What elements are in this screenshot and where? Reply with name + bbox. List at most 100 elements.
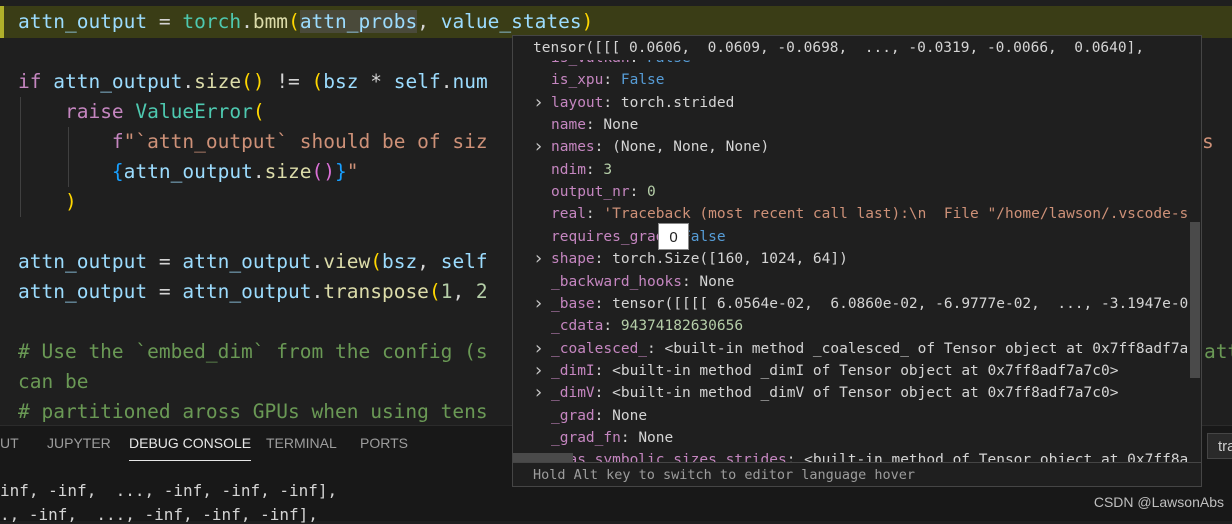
variable-value: 94374182630656: [620, 318, 744, 335]
separator: :: [594, 295, 613, 312]
code-line[interactable]: attn_output = attn_output.transpose(1, 2: [18, 277, 488, 307]
variable-value: tensor([[[[ 6.0564e-02, 6.0860e-02, -6.9…: [612, 295, 1189, 312]
separator: :: [603, 94, 621, 111]
variable-key: _dimI: [551, 362, 595, 379]
code-token: 1: [440, 280, 453, 303]
code-token: attn_probs: [299, 10, 418, 33]
chevron-right-icon[interactable]: ›: [533, 293, 544, 315]
separator: :: [681, 273, 700, 290]
variable-value: torch.Size([160, 1024, 64]): [612, 251, 848, 268]
code-line[interactable]: if attn_output.size() != (bsz * self.num: [18, 67, 488, 97]
code-token: ): [581, 10, 594, 33]
code-token: =: [147, 280, 183, 303]
code-token: ValueError: [135, 100, 253, 123]
variable-value: <built-in method _dimV of Tensor object …: [612, 385, 1119, 402]
code-line[interactable]: # Use the `embed_dim` from the config (s: [18, 337, 488, 367]
code-token: !=: [264, 70, 312, 93]
variable-key: _backward_hooks: [551, 273, 682, 290]
code-token: size: [264, 160, 312, 183]
code-token: num: [452, 70, 488, 93]
variable-key: name: [551, 117, 586, 134]
code-token: (): [311, 160, 336, 183]
chevron-right-icon[interactable]: ›: [533, 360, 544, 382]
variable-key: _grad: [551, 407, 595, 424]
variable-key: _cdata: [551, 318, 604, 335]
value-tooltip: 0: [658, 223, 689, 250]
code-fragment-right-2: att: [1204, 340, 1232, 363]
code-token: (): [241, 70, 265, 93]
code-token: if: [18, 70, 42, 93]
variable-value: <built-in method _coalesced_ of Tensor o…: [664, 340, 1189, 357]
variable-value: 0: [647, 184, 656, 201]
variable-key: requires_grad: [551, 228, 665, 245]
separator: :: [594, 251, 613, 268]
code-token: (: [288, 10, 300, 33]
chevron-right-icon[interactable]: ›: [533, 92, 544, 114]
code-token: (: [311, 70, 324, 93]
debug-hover-widget[interactable]: tensor([[[ 0.0606, 0.0609, -0.0698, ...,…: [512, 35, 1202, 487]
code-line[interactable]: can be: [18, 367, 88, 397]
variable-value: False: [647, 60, 691, 66]
chevron-right-icon[interactable]: ›: [533, 338, 544, 360]
code-token: transpose: [323, 280, 429, 303]
code-line[interactable]: attn_output = torch.bmm(attn_probs, valu…: [18, 7, 593, 37]
variable-key: real: [551, 206, 586, 223]
variable-key: _dimV: [551, 385, 595, 402]
code-token: .: [182, 70, 195, 93]
code-token: .: [252, 160, 265, 183]
variable-key: ndim: [551, 161, 586, 178]
code-line[interactable]: ): [18, 187, 77, 217]
code-token: *: [358, 70, 394, 93]
variable-value: (None, None, None): [612, 139, 770, 156]
tab-ports[interactable]: PORTS: [360, 435, 408, 451]
variable-key: _grad_fn: [551, 429, 621, 446]
watermark: CSDN @LawsonAbs: [1093, 494, 1224, 510]
tab-terminal[interactable]: TERMINAL: [266, 435, 337, 451]
code-token: bsz: [323, 70, 359, 93]
code-token: (: [252, 100, 265, 123]
code-token: ": [346, 160, 359, 183]
code-line[interactable]: f"`attn_output` should be of siz: [18, 127, 488, 157]
code-token: ,: [417, 250, 441, 273]
code-token: attn_output: [18, 10, 148, 33]
code-line[interactable]: # partitioned aross GPUs when using tens: [18, 397, 488, 425]
code-token: attn_output: [182, 280, 312, 303]
separator: :: [629, 184, 648, 201]
code-line[interactable]: attn_output = attn_output.view(bsz, self: [18, 247, 488, 277]
code-token: .: [440, 70, 453, 93]
tab-output[interactable]: UT: [0, 435, 19, 451]
code-line[interactable]: {attn_output.size()}": [18, 157, 359, 187]
code-line[interactable]: raise ValueError(: [18, 97, 265, 127]
hover-variable-tree[interactable]: is_vulkan: False is_xpu: False › layout: to…: [513, 60, 1189, 462]
tab-jupyter[interactable]: JUPYTER: [47, 435, 111, 451]
tab-debug-console[interactable]: DEBUG CONSOLE: [129, 435, 252, 461]
code-token: attn_output: [123, 160, 253, 183]
code-token: 2: [475, 280, 488, 303]
variable-key: _has_symbolic_sizes_strides: [551, 452, 787, 462]
chevron-right-icon[interactable]: ›: [533, 382, 544, 404]
code-token: ,: [417, 10, 441, 33]
hover-header[interactable]: tensor([[[ 0.0606, 0.0609, -0.0698, ...,…: [513, 36, 1201, 60]
variable-key: is_vulkan: [551, 60, 630, 66]
separator: :: [620, 429, 639, 446]
chevron-right-icon[interactable]: ›: [533, 248, 544, 270]
code-token: # partitioned aross GPUs when using tens: [18, 400, 488, 423]
separator: :: [630, 60, 647, 66]
variable-key: output_nr: [551, 184, 630, 201]
hover-vertical-scrollbar[interactable]: [1190, 222, 1200, 378]
code-token: attn_output: [18, 280, 148, 303]
hover-horizontal-scrollbar[interactable]: [513, 453, 573, 462]
code-token: f: [111, 130, 124, 153]
chevron-right-icon[interactable]: ›: [533, 136, 544, 158]
variable-value: False: [620, 72, 665, 89]
code-token: can be: [18, 370, 89, 393]
code-token: ,: [452, 280, 476, 303]
separator: :: [594, 407, 613, 424]
panel-right-box[interactable]: tra: [1207, 433, 1232, 459]
code-token: torch: [182, 10, 242, 33]
code-fragment-right: s: [1202, 130, 1214, 153]
code-token: }: [335, 160, 347, 183]
